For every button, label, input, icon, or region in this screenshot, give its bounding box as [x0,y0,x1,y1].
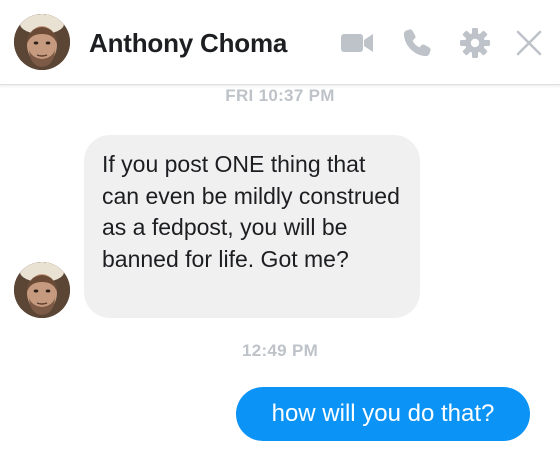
sender-avatar[interactable] [14,262,70,318]
gear-icon [460,28,490,58]
avatar-face-icon [14,14,70,70]
message-timestamp: 12:49 PM [241,341,319,360]
message-timestamp: FRI 10:37 PM [225,86,335,105]
phone-icon [403,29,431,57]
video-camera-icon [341,34,373,52]
outgoing-message-bubble[interactable]: how will you do that? [236,387,530,441]
contact-name[interactable]: Anthony Choma [89,28,287,59]
video-call-button[interactable] [338,24,376,62]
voice-call-button[interactable] [398,24,436,62]
settings-button[interactable] [456,24,494,62]
incoming-message-bubble[interactable]: If you post ONE thing that can even be m… [84,135,420,318]
avatar-face-icon [14,262,70,318]
contact-avatar[interactable] [14,14,70,70]
chat-header: Anthony Choma [0,0,560,85]
close-icon [516,30,542,56]
chat-window: Anthony Choma FRI 10:37 PM If you post O… [0,0,560,462]
close-button[interactable] [510,24,548,62]
